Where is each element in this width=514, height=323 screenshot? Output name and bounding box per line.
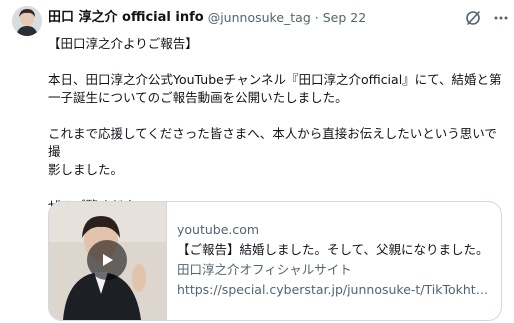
card-text[interactable]: youtube.com 【ご報告】結婚しました。そして、父親になりました。 田口… [177,220,493,300]
tweet-text: 【田口淳之介よりご報告】 本日、田口淳之介公式YouTubeチャンネル『田口淳之… [48,36,502,213]
play-button[interactable] [87,240,127,280]
tweet[interactable]: 田口 淳之介 official info @junnosuke_tag · Se… [0,0,514,323]
meta-separator: · [314,10,319,25]
card-domain: youtube.com [177,222,260,237]
video-thumbnail[interactable] [49,202,166,320]
author-handle[interactable]: @junnosuke_tag [208,9,311,27]
card-title: 【ご報告】結婚しました。そして、父親になりました。 [177,242,489,257]
tweet-header: 田口 淳之介 official info @junnosuke_tag · Se… [48,9,466,27]
link-card[interactable]: youtube.com 【ご報告】結婚しました。そして、父親になりました。 田口… [48,201,502,321]
avatar-photo-icon [12,6,42,36]
play-icon [103,254,113,266]
more-icon[interactable] [492,9,510,27]
card-url: https://special.cyberstar.jp/junnosuke-t… [177,282,489,297]
card-divider [166,202,167,320]
author-name[interactable]: 田口 淳之介 official info [48,9,204,27]
tweet-date[interactable]: Sep 22 [323,9,366,27]
avatar[interactable] [12,6,42,36]
grok-icon[interactable] [464,9,482,27]
card-description: 田口淳之介オフィシャルサイト [177,262,352,277]
